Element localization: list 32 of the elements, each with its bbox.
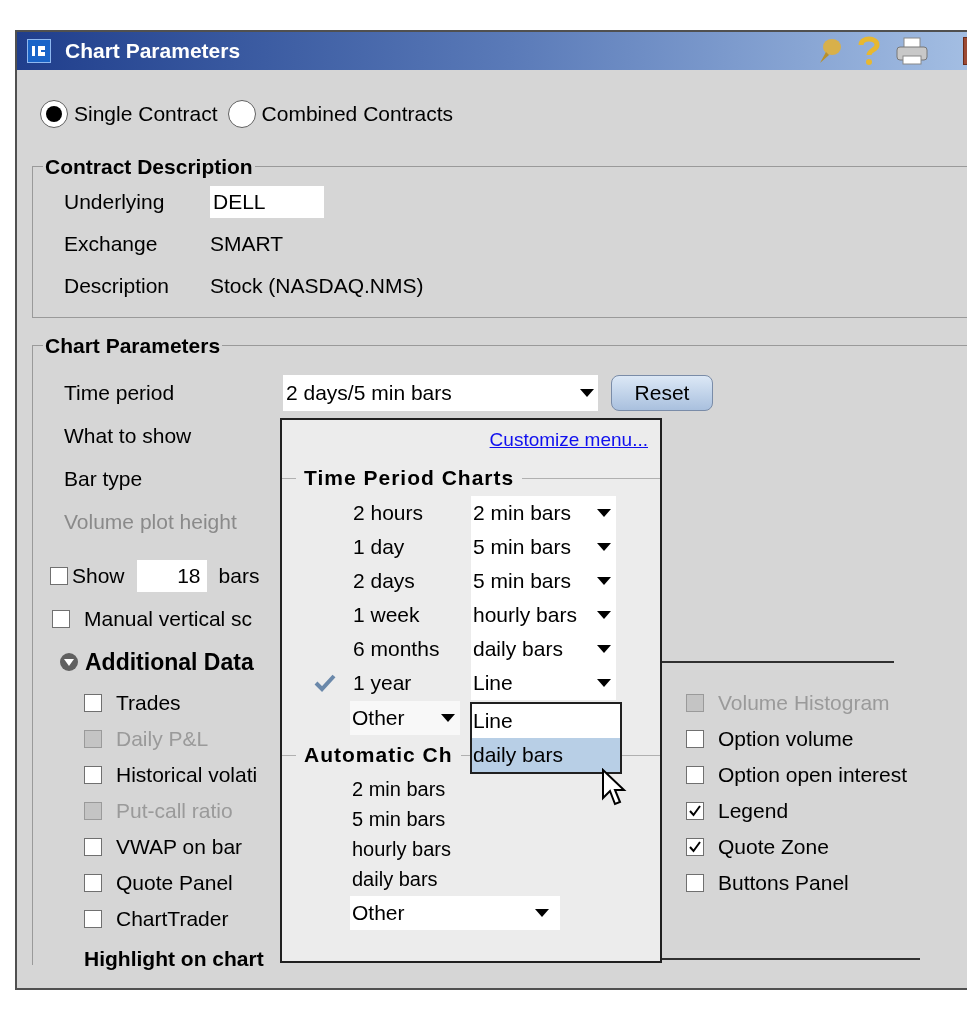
checkbox-label: Buttons Panel bbox=[718, 870, 849, 897]
checkbox-label: Manual vertical sc bbox=[84, 606, 253, 633]
checkbox-label: Legend bbox=[718, 798, 789, 825]
checkbox-label: Put-call ratio bbox=[116, 798, 233, 825]
checkbox-label: Historical volati bbox=[116, 762, 258, 789]
checkbox-label: Option open interest bbox=[718, 762, 908, 789]
checkbox-label: Daily P&L bbox=[116, 726, 209, 753]
checkbox-label: VWAP on bar bbox=[116, 834, 243, 861]
section-heading: Automatic Ch bbox=[303, 742, 454, 769]
radio-label: Combined Contracts bbox=[261, 101, 453, 128]
section-title: Highlight on chart bbox=[84, 946, 264, 973]
field-label: Volume plot height bbox=[64, 508, 237, 535]
field-label: What to show bbox=[64, 422, 192, 449]
checkbox-label: Quote Zone bbox=[718, 834, 829, 861]
field-label: Exchange bbox=[64, 231, 159, 258]
checkbox-label: Quote Panel bbox=[116, 870, 233, 897]
checkbox-label: Volume Histogram bbox=[718, 690, 890, 717]
field-label: Bar type bbox=[64, 465, 143, 492]
checkbox-label: Show bbox=[72, 563, 125, 590]
field-value: SMART bbox=[210, 231, 284, 258]
section-heading: Time Period Charts bbox=[303, 465, 516, 492]
field-value: Stock (NASDAQ.NMS) bbox=[210, 273, 424, 300]
radio-label: Single Contract bbox=[74, 101, 218, 128]
field-label: Time period bbox=[64, 379, 176, 406]
field-label: bars bbox=[218, 563, 260, 590]
window-title: Chart Parameters bbox=[65, 38, 241, 65]
field-label: Underlying bbox=[64, 189, 166, 216]
checkbox-label: Option volume bbox=[718, 726, 854, 753]
section-title: Additional Data bbox=[85, 647, 254, 677]
field-label: Description bbox=[64, 273, 171, 300]
checkbox-label: ChartTrader bbox=[116, 906, 229, 933]
checkbox-label: Trades bbox=[116, 690, 181, 717]
